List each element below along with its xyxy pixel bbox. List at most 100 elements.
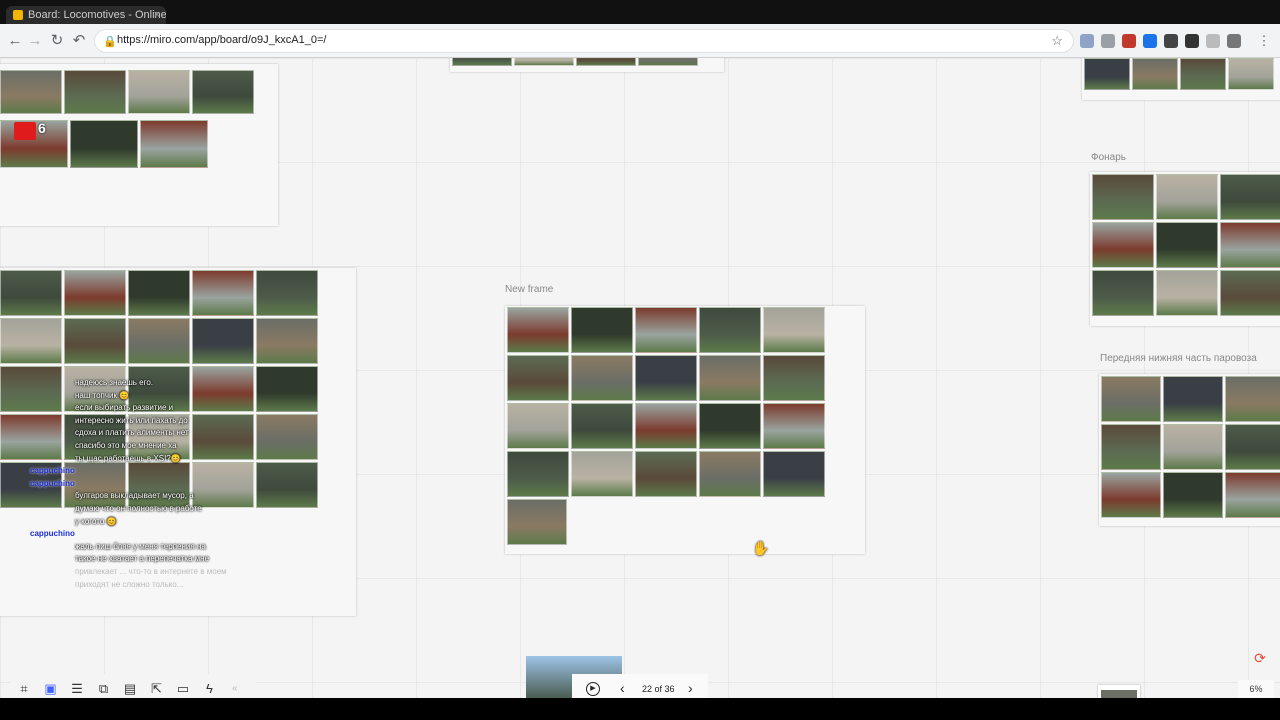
locomotive-photo[interactable]: [1225, 424, 1280, 470]
locomotive-photo[interactable]: [64, 318, 126, 364]
locomotive-photo[interactable]: [256, 414, 318, 460]
locomotive-photo[interactable]: [1101, 424, 1161, 470]
locomotive-photo[interactable]: [1163, 472, 1223, 518]
locomotive-photo[interactable]: [0, 414, 62, 460]
locomotive-photo[interactable]: [192, 414, 254, 460]
locomotive-photo[interactable]: [507, 499, 567, 545]
locomotive-photo[interactable]: [1132, 58, 1178, 90]
forward-icon[interactable]: →: [26, 32, 44, 50]
locomotive-photo[interactable]: [571, 355, 633, 401]
locomotive-photo[interactable]: [1156, 174, 1218, 220]
kanban-tool-icon[interactable]: ▤: [122, 682, 138, 696]
locomotive-photo[interactable]: [128, 462, 190, 508]
locomotive-photo[interactable]: [128, 270, 190, 316]
frame-title-lantern[interactable]: Фонарь: [1091, 152, 1126, 163]
locomotive-photo[interactable]: [0, 70, 62, 114]
frames-tool-icon[interactable]: ⌗: [16, 682, 32, 696]
locomotive-photo[interactable]: [1101, 376, 1161, 422]
locomotive-photo[interactable]: [128, 318, 190, 364]
menu-kebab-icon[interactable]: ⋮: [1257, 34, 1271, 48]
locomotive-photo[interactable]: [699, 451, 761, 497]
locomotive-photo[interactable]: [1225, 376, 1280, 422]
locomotive-photo[interactable]: [635, 355, 697, 401]
calendar-extension-icon[interactable]: [1185, 34, 1199, 48]
locomotive-photo[interactable]: [256, 366, 318, 412]
locomotive-photo[interactable]: [1084, 58, 1130, 90]
locomotive-photo[interactable]: [64, 270, 126, 316]
locomotive-photo[interactable]: [1092, 270, 1154, 316]
next-slide-icon[interactable]: ›: [688, 680, 693, 696]
locomotive-photo[interactable]: [507, 355, 569, 401]
address-bar[interactable]: 🔒 https://miro.com/app/board/o9J_kxcA1_0…: [94, 29, 1074, 53]
locomotive-photo[interactable]: [507, 403, 569, 449]
locomotive-photo[interactable]: [571, 403, 633, 449]
reload-icon[interactable]: ↻: [48, 32, 66, 50]
back-icon[interactable]: ←: [6, 32, 24, 50]
locomotive-photo[interactable]: [192, 462, 254, 508]
mail-extension-icon[interactable]: [1101, 34, 1115, 48]
locomotive-photo[interactable]: [507, 451, 569, 497]
locomotive-photo[interactable]: [635, 451, 697, 497]
tab-close-icon[interactable]: ×: [154, 6, 160, 24]
locomotive-photo[interactable]: [699, 403, 761, 449]
locomotive-photo[interactable]: [452, 58, 512, 66]
miro-helper-icon[interactable]: ⟳: [1252, 650, 1268, 666]
locomotive-photo[interactable]: [192, 270, 254, 316]
board-canvas[interactable]: New frame Фонарь Передняя нижняя часть п…: [0, 58, 1280, 698]
locomotive-photo[interactable]: [70, 120, 138, 168]
locomotive-photo[interactable]: [699, 307, 761, 353]
locomotive-photo[interactable]: [1092, 174, 1154, 220]
video-tool-icon[interactable]: ▭: [175, 682, 191, 696]
locomotive-photo[interactable]: [128, 70, 190, 114]
locomotive-photo[interactable]: [763, 307, 825, 353]
locomotive-photo[interactable]: [1220, 222, 1280, 268]
locomotive-photo[interactable]: [1220, 174, 1280, 220]
board-tool-icon[interactable]: ▣: [43, 682, 59, 696]
locomotive-photo[interactable]: [1156, 222, 1218, 268]
locomotive-photo[interactable]: [1092, 222, 1154, 268]
frame-title-front-lower[interactable]: Передняя нижняя часть паровоза: [1100, 353, 1257, 364]
lightning-tool-icon[interactable]: ϟ: [202, 682, 218, 696]
locomotive-photo[interactable]: [1228, 58, 1274, 90]
locomotive-photo[interactable]: [0, 318, 62, 364]
locomotive-photo[interactable]: [1163, 424, 1223, 470]
locomotive-photo[interactable]: [638, 58, 698, 66]
sync-extension-icon[interactable]: [1206, 34, 1220, 48]
locomotive-photo[interactable]: [256, 462, 318, 508]
extension-icon-1[interactable]: [1080, 34, 1094, 48]
locomotive-photo[interactable]: [140, 120, 208, 168]
play-icon[interactable]: ▶: [586, 682, 600, 696]
locomotive-photo[interactable]: [571, 307, 633, 353]
notion-extension-icon[interactable]: [1164, 34, 1178, 48]
bookmark-star-icon[interactable]: ☆: [1051, 33, 1063, 49]
zoom-level[interactable]: 6%: [1238, 680, 1274, 698]
locomotive-photo[interactable]: [507, 307, 569, 353]
prev-slide-icon[interactable]: ‹: [620, 680, 625, 696]
shield-extension-icon[interactable]: [1143, 34, 1157, 48]
locomotive-photo[interactable]: [763, 403, 825, 449]
locomotive-photo[interactable]: [256, 318, 318, 364]
locomotive-photo[interactable]: [514, 58, 574, 66]
locomotive-photo[interactable]: [0, 270, 62, 316]
url-text[interactable]: https://miro.com/app/board/o9J_kxcA1_0=/: [117, 34, 326, 46]
locomotive-photo[interactable]: [763, 355, 825, 401]
locomotive-photo[interactable]: [1220, 270, 1280, 316]
locomotive-photo[interactable]: [1101, 472, 1161, 518]
locomotive-photo[interactable]: [1163, 376, 1223, 422]
locomotive-photo[interactable]: [64, 70, 126, 114]
share-tool-icon[interactable]: ⇱: [149, 682, 165, 696]
locomotive-photo[interactable]: [1180, 58, 1226, 90]
locomotive-photo[interactable]: [699, 355, 761, 401]
locomotive-photo[interactable]: [576, 58, 636, 66]
collapse-toolbar-icon[interactable]: «: [232, 683, 238, 694]
more-extension-icon[interactable]: [1227, 34, 1241, 48]
locomotive-photo[interactable]: [1156, 270, 1218, 316]
adblock-extension-icon[interactable]: [1122, 34, 1136, 48]
mini-frame-thumbnail[interactable]: [1098, 685, 1140, 698]
locomotive-photo[interactable]: [571, 451, 633, 497]
locomotive-photo[interactable]: [1225, 472, 1280, 518]
locomotive-photo[interactable]: [635, 403, 697, 449]
browser-tab[interactable]: Board: Locomotives - Online Whiteb… ×: [6, 6, 166, 24]
undo-icon[interactable]: ↶: [70, 32, 88, 50]
red-sticker[interactable]: [14, 122, 36, 140]
